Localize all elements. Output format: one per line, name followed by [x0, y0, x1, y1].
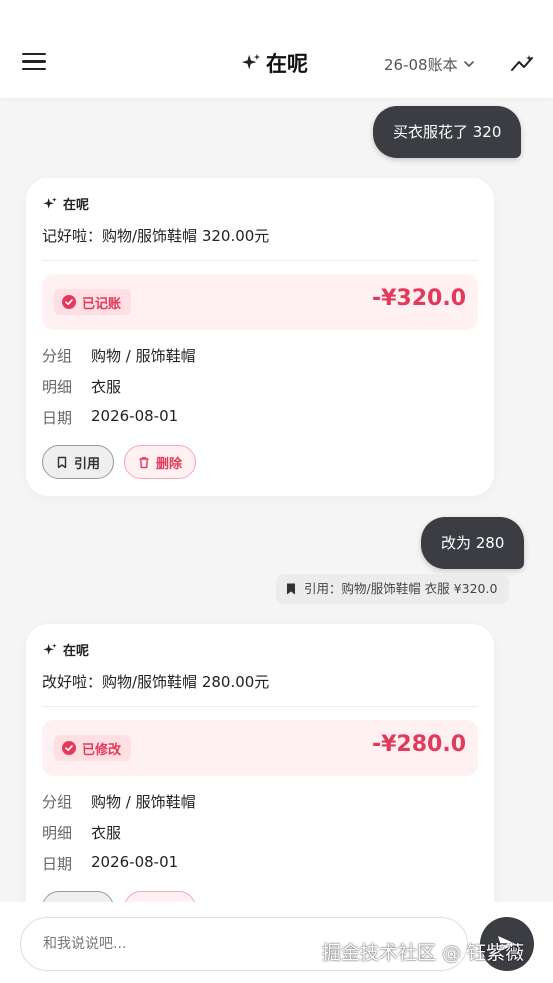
- input-bar: [0, 902, 553, 983]
- detail-row-item: 明细 衣服: [42, 822, 121, 843]
- amount-box: 已修改 -¥280.0: [42, 720, 478, 776]
- detail-value: 购物 / 服饰鞋帽: [91, 793, 196, 811]
- user-message-bubble: 买衣服花了 320: [373, 106, 522, 158]
- quote-button[interactable]: 引用: [42, 445, 115, 479]
- user-message-bubble: 改为 280: [421, 517, 525, 569]
- quote-chip[interactable]: 引用：购物/服饰鞋帽 衣服 ¥320.0: [276, 574, 510, 604]
- sparkle-icon: [43, 196, 57, 209]
- menu-icon[interactable]: [22, 53, 46, 73]
- send-button[interactable]: [480, 917, 534, 971]
- assistant-card: 在呢 改好啦：购物/服饰鞋帽 280.00元 已修改 -¥280.0 分组 购物…: [26, 624, 494, 942]
- detail-value: 2026-08-01: [91, 853, 179, 871]
- detail-key: 日期: [42, 855, 73, 873]
- divider: [42, 260, 478, 261]
- detail-value: 2026-08-01: [91, 407, 179, 425]
- bookmark-icon: [57, 456, 67, 468]
- detail-key: 分组: [42, 347, 73, 365]
- chat-area[interactable]: 买衣服花了 320 在呢 记好啦：购物/服饰鞋帽 320.00元 已记账 -¥3…: [0, 98, 553, 983]
- detail-row-item: 明细 衣服: [42, 376, 121, 397]
- detail-row-date: 日期 2026-08-01: [42, 407, 178, 428]
- user-message-text: 改为 280: [441, 534, 505, 552]
- detail-key: 分组: [42, 793, 73, 811]
- detail-key: 日期: [42, 409, 73, 427]
- trash-icon: [139, 456, 149, 468]
- detail-key: 明细: [42, 824, 73, 842]
- assistant-header: 在呢: [42, 640, 89, 659]
- check-circle-icon: [62, 741, 76, 755]
- card-actions: 引用 删除: [42, 445, 197, 479]
- status-text: 已修改: [82, 742, 122, 758]
- trend-icon[interactable]: [510, 52, 536, 76]
- app-title-text: 在呢: [266, 52, 308, 76]
- assistant-header: 在呢: [42, 194, 89, 213]
- ledger-label: 26-08账本: [384, 55, 458, 74]
- detail-key: 明细: [42, 378, 73, 396]
- assistant-message: 改好啦：购物/服饰鞋帽 280.00元: [42, 673, 270, 691]
- status-badge: 已修改: [54, 735, 132, 761]
- assistant-name: 在呢: [63, 198, 90, 213]
- message-input[interactable]: [20, 917, 468, 971]
- assistant-card: 在呢 记好啦：购物/服饰鞋帽 320.00元 已记账 -¥320.0 分组 购物…: [26, 178, 494, 496]
- bookmark-icon: [287, 583, 295, 595]
- quote-chip-text: 引用：购物/服饰鞋帽 衣服 ¥320.0: [304, 581, 498, 596]
- page-title: 在呢: [240, 47, 308, 79]
- detail-value: 衣服: [91, 378, 122, 396]
- amount-box: 已记账 -¥320.0: [42, 274, 478, 330]
- status-text: 已记账: [82, 296, 122, 312]
- status-badge: 已记账: [54, 289, 132, 315]
- top-bar: 在呢 26-08账本: [0, 0, 553, 98]
- sparkle-icon: [241, 53, 261, 70]
- divider: [42, 706, 478, 707]
- assistant-message: 记好啦：购物/服饰鞋帽 320.00元: [42, 227, 270, 245]
- user-message-text: 买衣服花了 320: [393, 123, 502, 141]
- assistant-name: 在呢: [63, 644, 90, 659]
- chevron-down-icon: [463, 61, 474, 68]
- delete-label: 删除: [156, 456, 183, 472]
- detail-row-group: 分组 购物 / 服饰鞋帽: [42, 791, 196, 812]
- send-icon: [498, 936, 516, 952]
- sparkle-icon: [43, 642, 57, 655]
- check-circle-icon: [62, 295, 76, 309]
- quote-label: 引用: [74, 456, 101, 472]
- detail-row-group: 分组 购物 / 服饰鞋帽: [42, 345, 196, 366]
- detail-value: 购物 / 服饰鞋帽: [91, 347, 196, 365]
- amount-value: -¥280.0: [371, 732, 466, 757]
- ledger-selector[interactable]: 26-08账本: [384, 52, 476, 76]
- detail-row-date: 日期 2026-08-01: [42, 853, 178, 874]
- delete-button[interactable]: 删除: [124, 445, 197, 479]
- detail-value: 衣服: [91, 824, 122, 842]
- amount-value: -¥320.0: [371, 286, 466, 311]
